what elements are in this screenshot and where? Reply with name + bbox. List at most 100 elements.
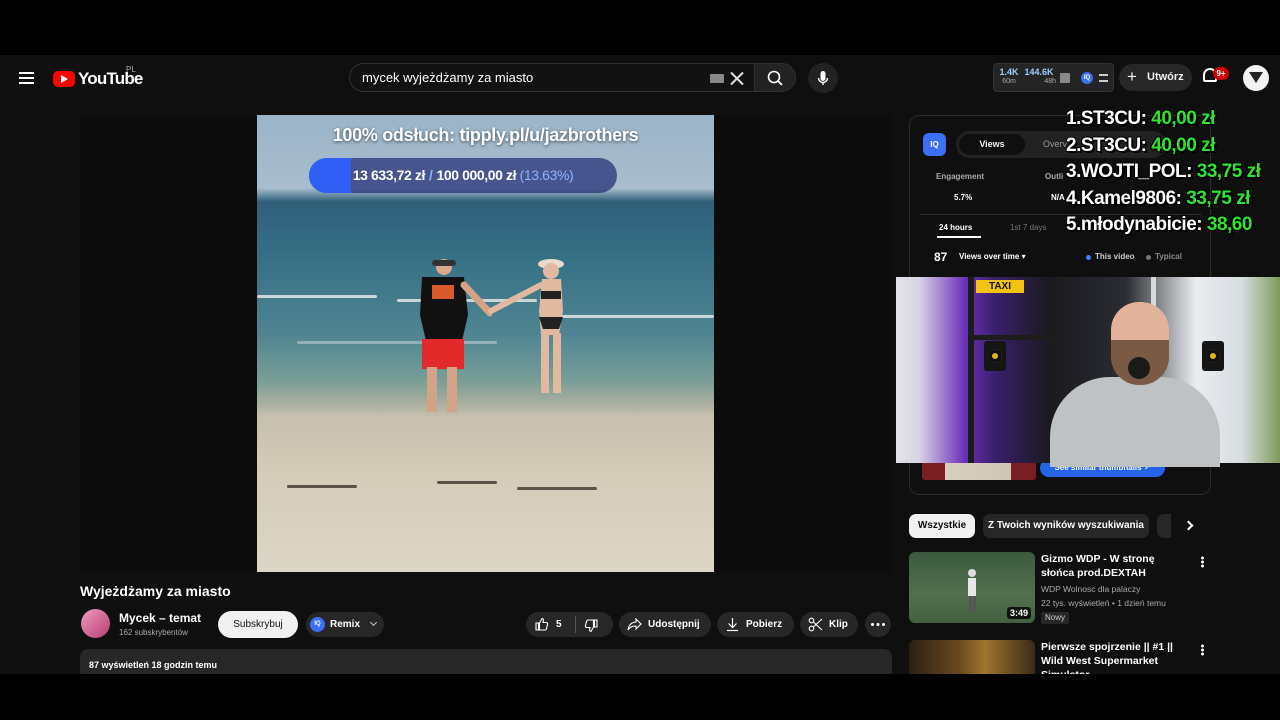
chevron-right-icon[interactable] [1183, 520, 1194, 531]
letterbox-bottom [0, 674, 1280, 720]
divider [575, 616, 576, 633]
tip-amount: 33,75 zł [1186, 187, 1250, 209]
create-button[interactable]: + Utwórz [1119, 64, 1192, 91]
masthead: YouTube PL mycek wyjeżdżamy za miasto 1.… [0, 55, 1280, 101]
vidiq-logo-icon: IQ [923, 133, 946, 156]
vidiq-icon[interactable]: IQ [1081, 72, 1093, 84]
streamer-torso [1050, 377, 1220, 467]
clip-button[interactable]: Klip [800, 612, 858, 637]
menu-lines-icon[interactable] [1099, 74, 1108, 82]
related-title[interactable]: Gizmo WDP - W stronę słońca prod.DEXTAH [1041, 552, 1189, 580]
new-badge: Nowy [1041, 612, 1070, 624]
period-24-hours[interactable]: 24 hours [939, 223, 972, 232]
taxi-sign: TAXI [976, 280, 1024, 293]
search-input[interactable]: mycek wyjeżdżamy za miasto [362, 70, 533, 85]
like-count: 5 [556, 619, 562, 630]
goal-text: 13 633,72 zł/100 000,00 zł (13.63%) [309, 167, 617, 183]
related-thumbnail[interactable] [909, 640, 1035, 674]
views-dropdown-label: Views over time [959, 252, 1020, 261]
region-code: PL [126, 65, 136, 74]
more-horizontal-icon [871, 623, 885, 626]
account-avatar[interactable] [1243, 65, 1269, 91]
download-button[interactable]: Pobierz [717, 612, 794, 637]
share-icon [627, 618, 642, 631]
menu-icon[interactable] [14, 65, 40, 91]
tip-amount: 40,00 zł [1151, 108, 1215, 129]
stat-60m: 1.4K 60m [998, 67, 1020, 85]
chip-from-search[interactable]: Z Twoich wyników wyszukiwania [983, 514, 1149, 538]
related-title[interactable]: Pierwsze spojrzenie || #1 || Wild West S… [1041, 640, 1189, 674]
more-vertical-icon[interactable] [1201, 556, 1204, 568]
search-box[interactable]: mycek wyjeżdżamy za miasto [349, 63, 755, 92]
legend-typical: Typical [1155, 252, 1182, 261]
speaker-left [984, 341, 1006, 371]
chart-icon[interactable] [1060, 73, 1070, 83]
related-meta: 22 tys. wyświetleń • 1 dzień temu [1041, 598, 1166, 608]
tip-amount: 38,60 [1206, 214, 1253, 235]
legend-this-video: This video [1095, 252, 1135, 261]
tab-overview[interactable]: Overv [1043, 139, 1067, 149]
seaweed-mark [517, 487, 597, 490]
engagement-value: 5.7% [954, 193, 973, 202]
thumbs-up-icon[interactable] [534, 617, 549, 632]
description-box[interactable]: 87 wyświetleń 18 godzin temu [80, 649, 892, 674]
remix-button[interactable]: IQ Remix [306, 612, 384, 637]
subscribe-button[interactable]: Subskrybuj [218, 611, 298, 638]
search-button[interactable] [754, 63, 796, 92]
views-over-time-dropdown[interactable]: Views over time ▾ [959, 252, 1026, 261]
view-count-and-date: 87 wyświetleń 18 godzin temu [89, 660, 218, 670]
video-frame[interactable]: 100% odsłuch: tipply.pl/u/jazbrothers 13… [257, 115, 714, 572]
more-actions-button[interactable] [865, 612, 891, 637]
related-thumbnail[interactable]: 3:49 [909, 552, 1035, 623]
tip-rank: 1. [1066, 108, 1081, 129]
tip-row: 3.WOJTI_POL: 33,75 zł [1066, 159, 1280, 186]
related-channel[interactable]: WDP Wolnosc dla palaczy [1041, 584, 1140, 594]
tip-name: ST3CU: [1080, 108, 1152, 129]
tip-rank: 5. [1066, 214, 1081, 235]
channel-avatar[interactable] [81, 609, 110, 638]
share-button[interactable]: Udostępnij [619, 612, 711, 637]
scissors-icon [808, 617, 823, 632]
donation-goal-bar: 13 633,72 zł/100 000,00 zł (13.63%) [309, 158, 617, 193]
video-title: Wyjeżdżamy za miasto [80, 583, 231, 599]
goal-percent: (13.63%) [519, 167, 574, 183]
related-video[interactable]: 3:49 Gizmo WDP - W stronę słońca prod.DE… [909, 552, 1211, 624]
share-label: Udostępnij [648, 619, 700, 630]
stat-60m-value: 1.4K [999, 67, 1019, 77]
thumbs-down-icon[interactable] [584, 618, 599, 633]
tip-row: 5.młodynabicie: 38,60 [1066, 212, 1280, 239]
tab-views[interactable]: Views [959, 134, 1025, 155]
more-vertical-icon[interactable] [1201, 644, 1204, 656]
microphone-icon [817, 71, 829, 85]
shelf-post [968, 277, 974, 463]
video-duration: 3:49 [1006, 607, 1031, 619]
like-dislike-group: 5 [526, 612, 613, 637]
plus-icon: + [1127, 67, 1137, 86]
tip-rank: 3. [1066, 161, 1081, 182]
tip-amount: 40,00 zł [1151, 134, 1215, 156]
voice-search-button[interactable] [808, 63, 838, 93]
chip-all[interactable]: Wszystkie [909, 514, 975, 538]
tip-leaderboard: 1.ST3CU: 40,00 zł 2.ST3CU: 40,00 zł 3.WOJT… [1066, 106, 1280, 239]
period-first-7-days[interactable]: 1st 7 days [1010, 223, 1046, 232]
outlier-value: N/A [1051, 193, 1065, 202]
create-label: Utwórz [1147, 71, 1184, 83]
engagement-label: Engagement [936, 172, 985, 181]
vidiq-stats-widget[interactable]: 1.4K 60m 144.6K 48h IQ [993, 63, 1114, 92]
shelf-board [968, 335, 1057, 340]
goal-current: 13 633,72 zł [352, 167, 426, 183]
channel-name[interactable]: Mycek – temat [119, 611, 201, 625]
thumbnail-figure [968, 569, 976, 612]
related-video[interactable]: Pierwsze spojrzenie || #1 || Wild West S… [909, 640, 1211, 674]
stat-48h: 144.6K 48h [1022, 67, 1056, 85]
chevron-down-icon: ▾ [1021, 252, 1026, 261]
chip-partial[interactable] [1157, 514, 1171, 538]
wave-foam [557, 315, 714, 318]
stat-48h-value: 144.6K [1024, 67, 1054, 77]
stat-60m-label: 60m [1002, 78, 1016, 85]
video-player[interactable]: 100% odsłuch: tipply.pl/u/jazbrothers 13… [80, 115, 892, 572]
clear-search-icon[interactable] [730, 71, 744, 85]
notifications-badge: 9+ [1213, 67, 1229, 80]
keyboard-icon[interactable] [710, 74, 724, 83]
goal-target: 100 000,00 zł [436, 167, 517, 183]
